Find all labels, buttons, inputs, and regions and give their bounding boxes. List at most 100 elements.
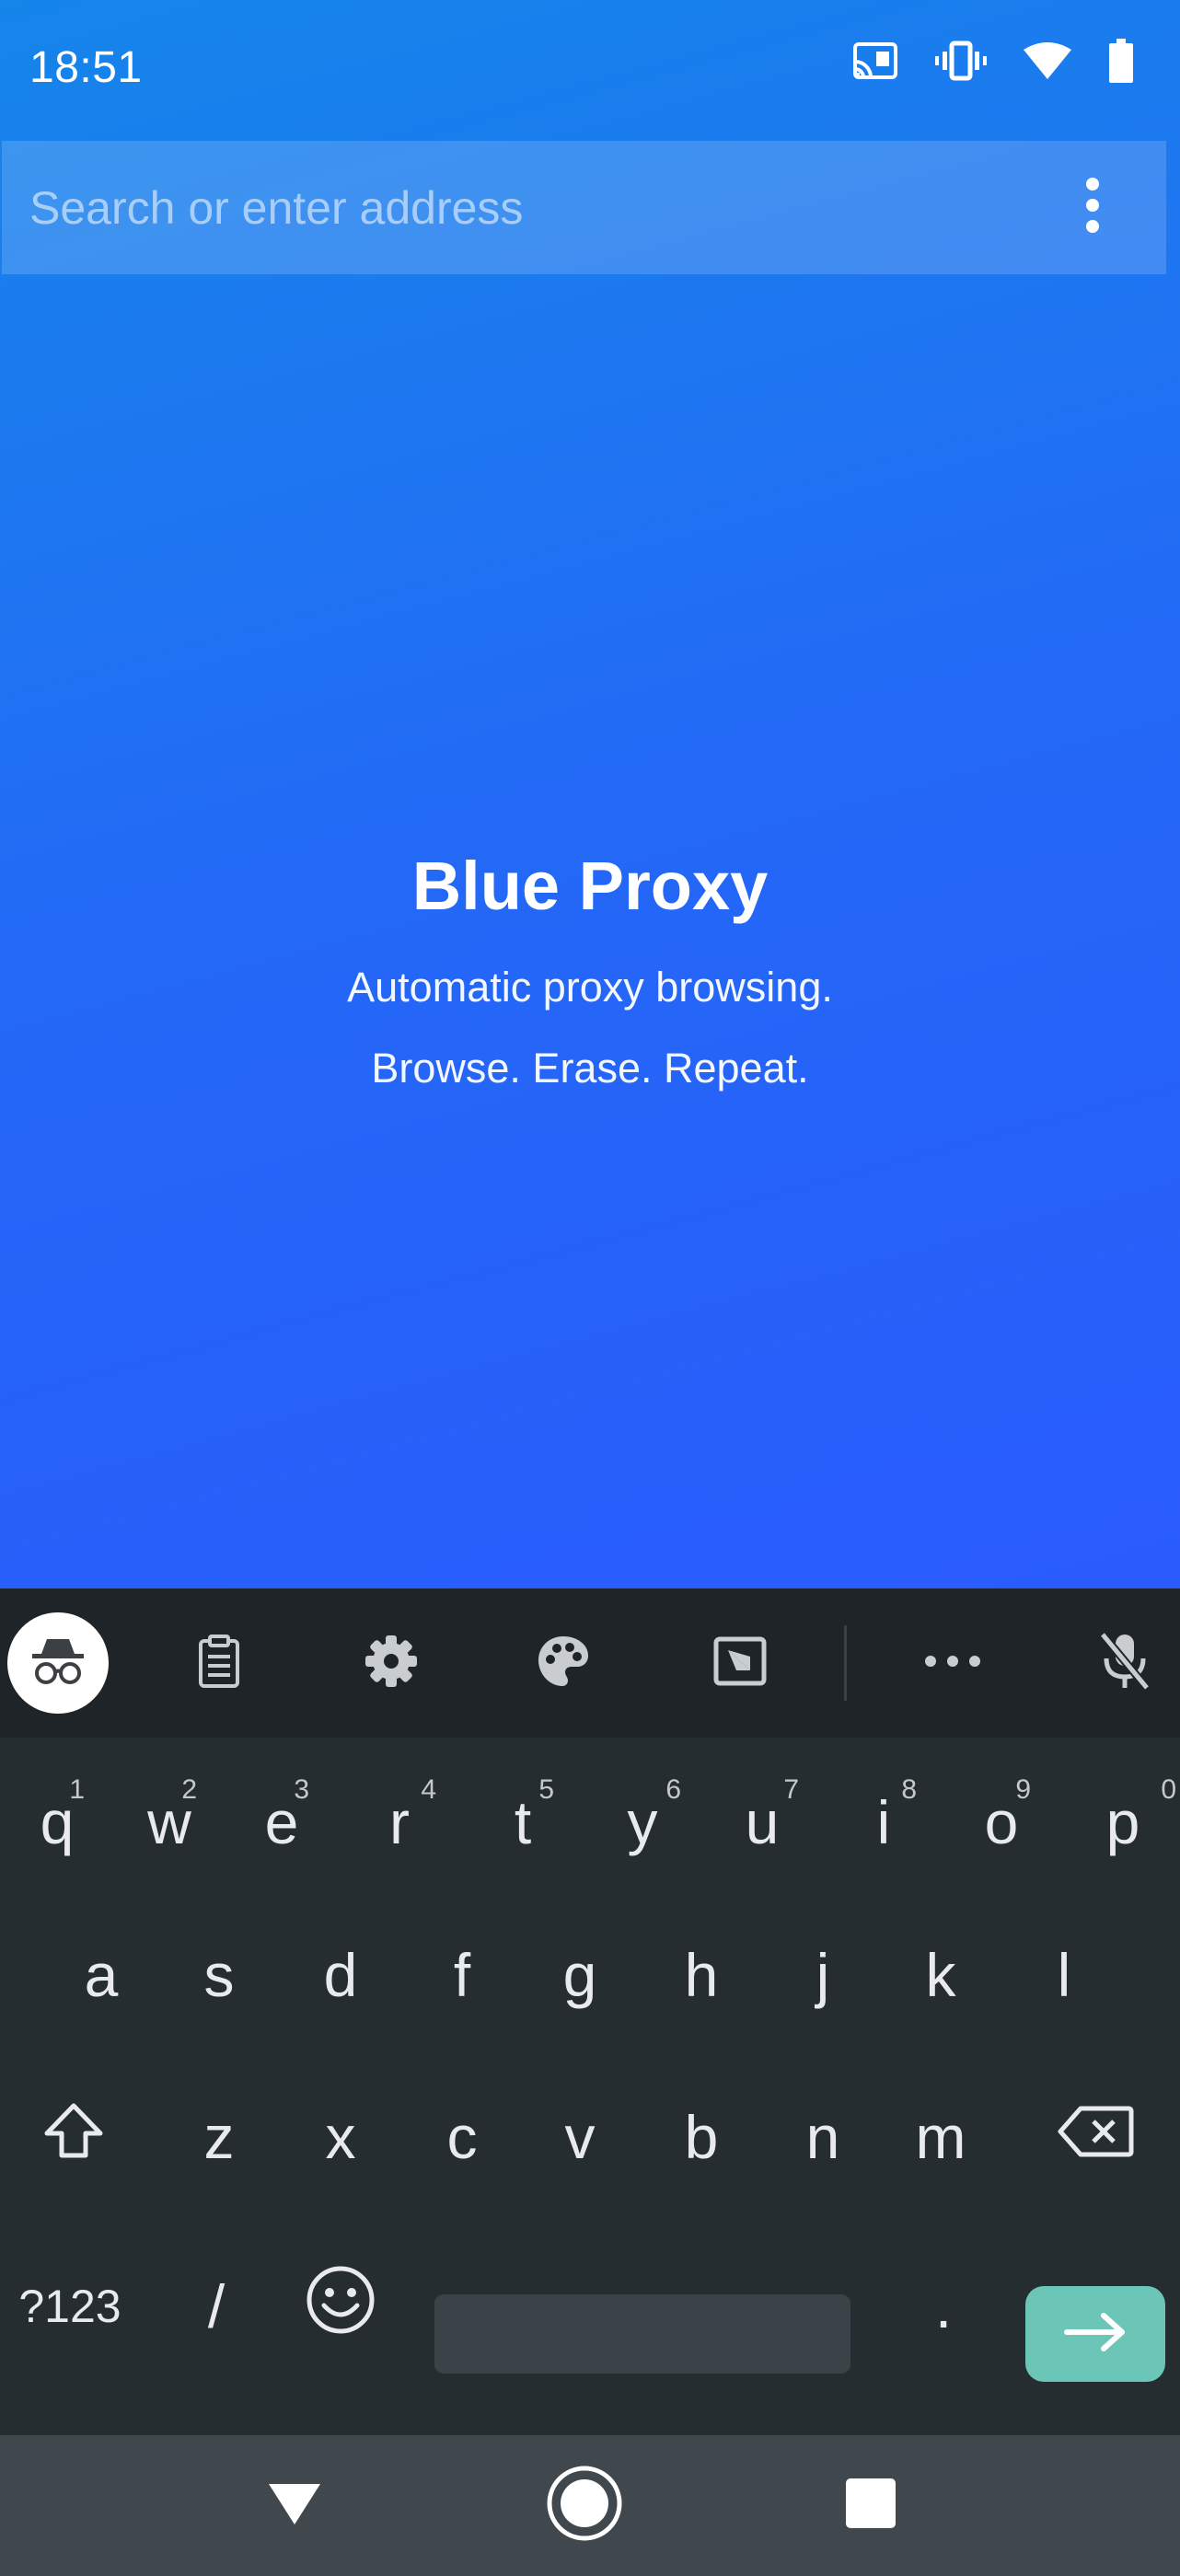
- key-u[interactable]: u7: [707, 1758, 817, 1887]
- tagline-1: Automatic proxy browsing.: [347, 964, 833, 1011]
- palette-icon: [536, 1634, 591, 1693]
- key-hint: 6: [665, 1774, 681, 1805]
- home-button[interactable]: [543, 2435, 626, 2576]
- go-key[interactable]: [1025, 2286, 1165, 2382]
- key-e[interactable]: e3: [226, 1758, 337, 1887]
- key-a[interactable]: a: [44, 1911, 158, 2039]
- key-label: s: [203, 1941, 235, 2009]
- key-i[interactable]: i8: [828, 1758, 939, 1887]
- key-hint: 9: [1015, 1774, 1031, 1805]
- back-triangle-icon: [267, 2480, 322, 2531]
- symbols-key[interactable]: ?123: [6, 2242, 134, 2371]
- settings-icon: [364, 1634, 419, 1693]
- battery-icon: [1108, 39, 1134, 87]
- key-label: t: [514, 1788, 532, 1856]
- key-t[interactable]: t5: [468, 1758, 578, 1887]
- home-circle-icon: [546, 2465, 623, 2547]
- tagline-2: Browse. Erase. Repeat.: [371, 1045, 809, 1092]
- key-label: o: [984, 1788, 1019, 1856]
- key-s[interactable]: s: [162, 1911, 276, 2039]
- key-n[interactable]: n: [766, 2073, 880, 2201]
- key-label: p: [1105, 1788, 1140, 1856]
- cast-icon: [852, 41, 898, 85]
- key-label: i: [876, 1788, 891, 1856]
- browser-viewport: 18:51 Search or enter address Blue Proxy…: [0, 0, 1180, 1588]
- settings-button[interactable]: [354, 1588, 428, 1738]
- key-hint: 2: [181, 1774, 197, 1805]
- key-l[interactable]: l: [1007, 1911, 1121, 2039]
- screenshot-button[interactable]: [703, 1588, 777, 1738]
- back-button[interactable]: [258, 2435, 331, 2576]
- clipboard-button[interactable]: [182, 1588, 256, 1738]
- key-label: k: [925, 1941, 956, 2009]
- shift-key[interactable]: [9, 2073, 138, 2201]
- key-m[interactable]: m: [884, 2073, 998, 2201]
- key-label: l: [1057, 1941, 1071, 2009]
- key-label: /: [207, 2272, 226, 2340]
- key-label: h: [684, 1941, 719, 2009]
- key-label: u: [745, 1788, 780, 1856]
- key-label: v: [564, 2103, 596, 2171]
- keyboard-toolbar: [0, 1588, 1180, 1738]
- key-label: .: [934, 2272, 953, 2340]
- theme-button[interactable]: [526, 1588, 600, 1738]
- screenshot-icon: [713, 1636, 767, 1691]
- emoji-key[interactable]: [285, 2242, 396, 2371]
- hero: Blue Proxy Automatic proxy browsing. Bro…: [0, 847, 1180, 1092]
- recents-square-icon: [844, 2477, 897, 2535]
- key-o[interactable]: o9: [946, 1758, 1057, 1887]
- key-k[interactable]: k: [884, 1911, 998, 2039]
- key-label: c: [446, 2103, 478, 2171]
- key-label: d: [323, 1941, 358, 2009]
- key-label: f: [453, 1941, 471, 2009]
- key-label: m: [915, 2103, 966, 2171]
- key-hint: 3: [294, 1774, 309, 1805]
- key-y[interactable]: y6: [587, 1758, 698, 1887]
- navigation-bar: [0, 2435, 1180, 2576]
- status-icons: [852, 39, 1134, 87]
- more-vert-icon: [1085, 177, 1100, 238]
- overflow-menu-button[interactable]: [1056, 141, 1129, 274]
- incognito-button[interactable]: [7, 1588, 109, 1738]
- shift-icon: [43, 2102, 104, 2173]
- address-input[interactable]: [2, 141, 1056, 274]
- more-button[interactable]: [916, 1588, 989, 1738]
- space-key[interactable]: [434, 2294, 850, 2374]
- key-b[interactable]: b: [644, 2073, 758, 2201]
- key-slash[interactable]: /: [166, 2242, 267, 2371]
- key-f[interactable]: f: [405, 1911, 519, 2039]
- key-label: b: [684, 2103, 719, 2171]
- key-j[interactable]: j: [766, 1911, 880, 2039]
- key-label: x: [325, 2103, 356, 2171]
- more-icon: [924, 1655, 981, 1672]
- key-g[interactable]: g: [523, 1911, 637, 2039]
- incognito-icon: [29, 1635, 87, 1692]
- key-period[interactable]: .: [893, 2242, 994, 2371]
- key-x[interactable]: x: [283, 2073, 398, 2201]
- key-h[interactable]: h: [644, 1911, 758, 2039]
- app-title: Blue Proxy: [411, 848, 769, 924]
- backspace-icon: [1057, 2102, 1134, 2172]
- key-r[interactable]: r4: [344, 1758, 455, 1887]
- status-time: 18:51: [29, 43, 143, 92]
- key-label: g: [562, 1941, 597, 2009]
- key-label: z: [203, 2103, 235, 2171]
- key-p[interactable]: p0: [1068, 1758, 1178, 1887]
- key-hint: 8: [901, 1774, 917, 1805]
- key-v[interactable]: v: [523, 2073, 637, 2201]
- clipboard-icon: [198, 1634, 240, 1692]
- key-c[interactable]: c: [405, 2073, 519, 2201]
- emoji-icon: [306, 2265, 376, 2349]
- key-q[interactable]: q1: [2, 1758, 112, 1887]
- backspace-key[interactable]: [1031, 2073, 1160, 2201]
- key-hint: 4: [421, 1774, 436, 1805]
- key-d[interactable]: d: [283, 1911, 398, 2039]
- key-hint: 5: [538, 1774, 554, 1805]
- key-z[interactable]: z: [162, 2073, 276, 2201]
- toolbar-divider: [844, 1625, 847, 1701]
- voice-input-button[interactable]: [1088, 1588, 1162, 1738]
- key-hint: 7: [783, 1774, 799, 1805]
- recents-button[interactable]: [834, 2435, 908, 2576]
- key-w[interactable]: w2: [114, 1758, 225, 1887]
- key-label: j: [816, 1941, 830, 2009]
